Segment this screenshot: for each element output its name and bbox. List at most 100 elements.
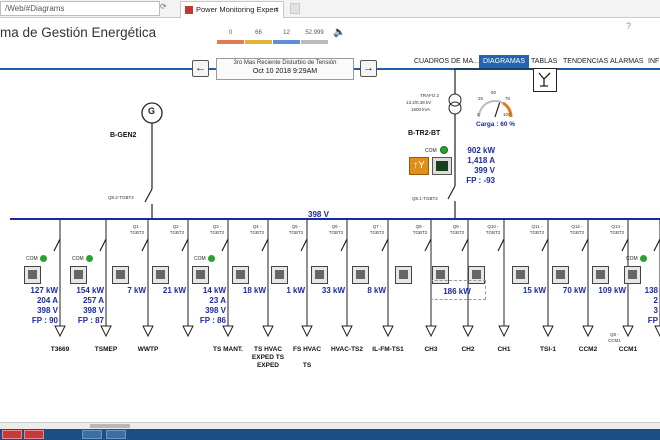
feeder-reading: 21 kW — [162, 286, 186, 295]
trafo-name: TRAFO 2 — [420, 93, 440, 98]
breaker-label: Q12 - TGBT2 — [569, 224, 585, 235]
meter-icon[interactable] — [512, 266, 529, 284]
feeder-breaker-icon[interactable] — [497, 238, 505, 252]
tr-label: B-TR2-BT — [408, 130, 441, 137]
load-arrow-icon[interactable] — [382, 325, 394, 338]
feeder-name: CCM2 — [578, 346, 598, 353]
hv-switch-path — [538, 72, 551, 87]
feeder-readings: 33 kW — [307, 286, 345, 296]
counter-low[interactable]: 52.999 — [301, 28, 328, 44]
taskbar-button[interactable] — [82, 430, 102, 439]
gen-breaker-icon[interactable] — [144, 188, 153, 203]
taskbar-button[interactable] — [2, 430, 22, 439]
taskbar-button[interactable] — [24, 430, 44, 439]
load-arrow-icon[interactable] — [425, 325, 437, 338]
feeder-breaker-icon[interactable] — [141, 238, 149, 252]
feeder-breaker-icon[interactable] — [181, 238, 189, 252]
meter-icon[interactable] — [152, 266, 169, 284]
counter-high[interactable]: 66 — [245, 28, 272, 44]
meter-icon[interactable] — [232, 266, 249, 284]
alarm-counters[interactable]: 0 66 12 52.999 — [217, 28, 328, 44]
load-arrow-icon[interactable] — [462, 325, 474, 338]
meter-display-icon[interactable] — [432, 157, 452, 175]
feeder-breaker-icon[interactable] — [461, 238, 469, 252]
trafo-breaker-icon[interactable] — [447, 185, 456, 200]
load-arrow-icon[interactable] — [341, 325, 353, 338]
meter-icon[interactable] — [192, 266, 209, 284]
com-label: COM — [26, 256, 38, 262]
meter-icon[interactable] — [311, 266, 328, 284]
meter-icon[interactable] — [352, 266, 369, 284]
feeder-name: TSMEP — [94, 346, 118, 353]
hv-switch-icon[interactable] — [533, 68, 557, 92]
meter-icon[interactable] — [395, 266, 412, 284]
speaker-icon[interactable]: 🔈 — [333, 27, 345, 38]
load-arrow-icon[interactable] — [262, 325, 274, 338]
load-arrow-icon[interactable] — [54, 325, 66, 338]
counter-bar — [245, 40, 272, 44]
meter-icon[interactable] — [70, 266, 87, 284]
refresh-icon[interactable]: ⟳ — [160, 2, 167, 11]
breaker-label: Q4 - TGBT2 — [249, 224, 265, 235]
meter-icon[interactable] — [624, 266, 641, 284]
horizontal-scrollbar[interactable] — [0, 422, 660, 429]
taskbar-button[interactable] — [106, 430, 126, 439]
feeder-breaker-icon[interactable] — [381, 238, 389, 252]
feeder-reading: 138 — [644, 286, 658, 295]
load-arrow-icon[interactable] — [542, 325, 554, 338]
meter-icon[interactable] — [24, 266, 41, 284]
feeder-breaker-icon[interactable] — [541, 238, 549, 252]
feeder-breaker-icon[interactable] — [261, 238, 269, 252]
address-bar[interactable]: /Web/#Diagrams — [0, 1, 160, 16]
feeder-breaker-icon[interactable] — [653, 238, 660, 252]
feeder-name: IL-FM-TS1 — [372, 346, 404, 353]
load-arrow-icon[interactable] — [654, 325, 660, 338]
feeder-name: HVAC-TS2 — [330, 346, 364, 353]
feeder-breaker-icon[interactable] — [99, 238, 107, 252]
load-arrow-icon[interactable] — [222, 325, 234, 338]
feeder-reading: FP — [647, 316, 658, 325]
bus-voltage: 398 V — [308, 210, 329, 219]
feeder-breaker-icon[interactable] — [581, 238, 589, 252]
trafo-icon[interactable] — [448, 101, 462, 115]
feeder-readings: 1 kW — [267, 286, 305, 296]
load-arrow-icon[interactable] — [182, 325, 194, 338]
feeder-reading: 257 A — [82, 296, 104, 305]
tab-close-icon[interactable]: × — [275, 2, 279, 17]
feeder-breaker-icon[interactable] — [621, 238, 629, 252]
load-arrow-icon[interactable] — [498, 325, 510, 338]
counter-critical[interactable]: 0 — [217, 28, 244, 44]
meter-icon[interactable] — [271, 266, 288, 284]
feeder-breaker-icon[interactable] — [221, 238, 229, 252]
feeder-reading: 398 V — [37, 306, 58, 315]
feeder-breaker-icon[interactable] — [424, 238, 432, 252]
meter-screen — [156, 270, 165, 279]
feeder-reading: 398 V — [205, 306, 226, 315]
help-icon[interactable]: ? — [626, 21, 631, 31]
gen-label: B-GEN2 — [110, 132, 137, 139]
meter-icon[interactable] — [592, 266, 609, 284]
load-arrow-icon[interactable] — [142, 325, 154, 338]
diagram-lines — [10, 68, 660, 338]
scroll-thumb[interactable] — [90, 424, 130, 428]
breaker-label: Q5 - TGBT2 — [288, 224, 304, 235]
feeder-breaker-icon[interactable] — [340, 238, 348, 252]
load-arrow-icon[interactable] — [301, 325, 313, 338]
feeder-breaker-icon[interactable] — [53, 238, 61, 252]
breaker-label: Q13 - TGBT2 — [609, 224, 625, 235]
meter-icon[interactable] — [112, 266, 129, 284]
load-arrow-icon[interactable] — [582, 325, 594, 338]
feeder-reading: 154 kW — [76, 286, 104, 295]
browser-tab[interactable]: Power Monitoring Expert × — [180, 1, 284, 18]
meter-icon[interactable] — [552, 266, 569, 284]
feeder-reading: 7 kW — [127, 286, 146, 295]
meter-alarm-icon[interactable]: ↑Y — [409, 157, 429, 175]
load-arrow-icon[interactable] — [622, 325, 634, 338]
feeder-reading: 18 kW — [242, 286, 266, 295]
new-tab-button[interactable] — [290, 3, 300, 14]
feeder-readings: 7 kW — [108, 286, 146, 296]
com-status-ok-icon — [40, 255, 47, 262]
load-arrow-icon[interactable] — [100, 325, 112, 338]
counter-medium[interactable]: 12 — [273, 28, 300, 44]
feeder-breaker-icon[interactable] — [300, 238, 308, 252]
